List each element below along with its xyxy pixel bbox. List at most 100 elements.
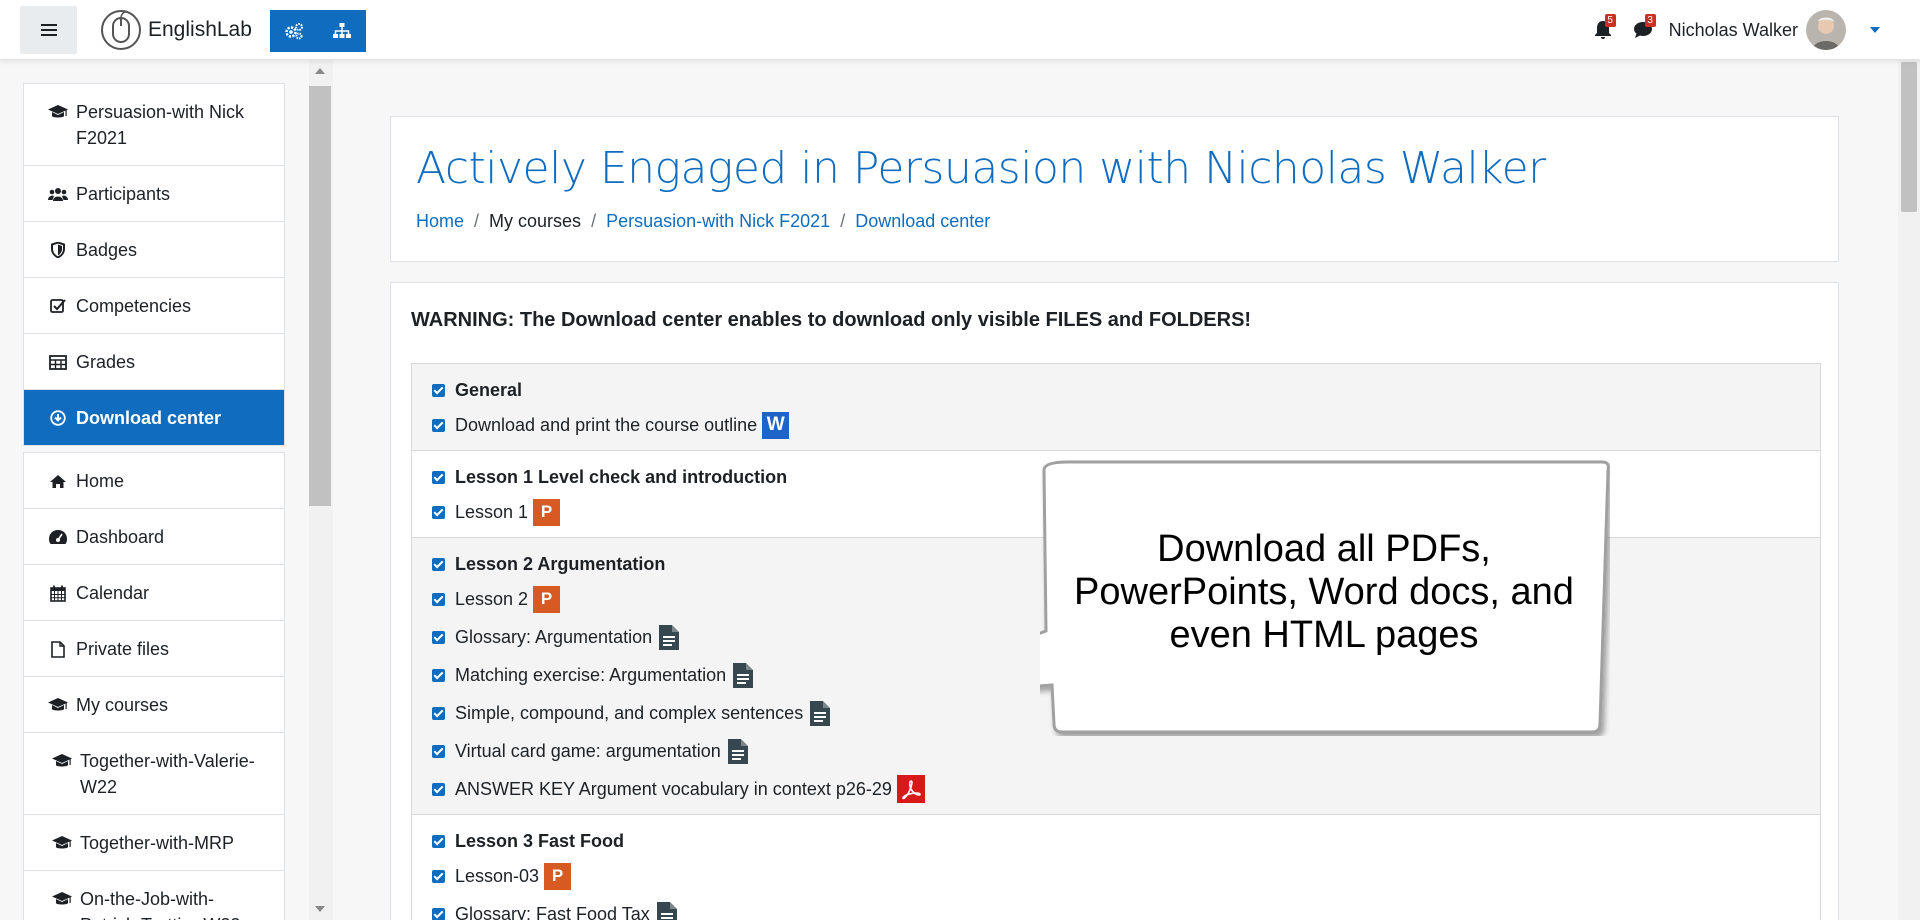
course-admin-button[interactable] — [270, 10, 318, 52]
section-title-row: General — [432, 374, 1820, 406]
drawer-item-download-center[interactable]: Download center — [24, 390, 284, 445]
callout-line: even HTML pages — [1169, 614, 1479, 656]
drawer-scrollbar[interactable] — [309, 60, 333, 920]
drawer-item-private-files[interactable]: Private files — [24, 621, 284, 677]
powerpoint-file-icon: P — [544, 862, 572, 890]
drawer-item-course-patrick[interactable]: On-the-Job-with-Patrick-Trottier-W22 — [24, 871, 284, 920]
user-avatar[interactable] — [1806, 10, 1846, 50]
users-icon — [48, 181, 68, 207]
drawer-item-grades[interactable]: Grades — [24, 334, 284, 390]
hamburger-icon — [40, 29, 57, 31]
sitemap-button[interactable] — [318, 10, 366, 52]
drawer-item-label: Persuasion-with Nick F2021 — [76, 102, 245, 148]
drawer-item-label: Private files — [76, 639, 170, 659]
messages-count-badge: 3 — [1644, 14, 1656, 27]
resource-label: ANSWER KEY Argument vocabulary in contex… — [455, 778, 892, 799]
messages-button[interactable]: 3 — [1623, 0, 1663, 60]
drawer-toggle-button[interactable] — [20, 6, 77, 54]
top-navbar: EnglishLab 5 3 Nicholas Walker — [0, 0, 1920, 60]
page-file-icon — [731, 661, 755, 689]
callout-line: Download all PDFs, — [1157, 528, 1491, 570]
breadcrumb-separator: / — [591, 211, 597, 231]
section-checkbox[interactable] — [432, 557, 445, 571]
section-title: Lesson 1 Level check and introduction — [455, 466, 788, 487]
resource-row: Lesson-03 P — [432, 857, 1820, 895]
resource-checkbox[interactable] — [432, 418, 445, 432]
drawer-item-label: My courses — [76, 695, 169, 715]
drawer-item-badges[interactable]: Badges — [24, 222, 284, 278]
drawer-item-label: Calendar — [76, 583, 150, 603]
site-brand[interactable]: EnglishLab — [100, 9, 252, 51]
drawer-item-home[interactable]: Home — [24, 453, 284, 509]
section-title: General — [455, 379, 523, 400]
page-file-icon — [657, 623, 681, 651]
drawer-item-competencies[interactable]: Competencies — [24, 278, 284, 334]
drawer-scroll-thumb[interactable] — [309, 86, 331, 506]
graduation-cap-icon — [48, 99, 68, 125]
page-scroll-thumb[interactable] — [1901, 62, 1917, 212]
powerpoint-file-icon: P — [533, 498, 561, 526]
section-checkbox[interactable] — [432, 383, 445, 397]
page-scrollbar[interactable] — [1898, 60, 1920, 920]
download-circle-icon — [48, 405, 68, 431]
drawer-item-course-valerie[interactable]: Together-with-Valerie-W22 — [24, 733, 284, 815]
resource-checkbox[interactable] — [432, 592, 445, 606]
cogs-icon — [285, 23, 303, 40]
graduation-cap-icon — [48, 692, 68, 718]
user-menu-caret-icon[interactable] — [1870, 27, 1880, 33]
resource-checkbox[interactable] — [432, 869, 445, 883]
resource-checkbox[interactable] — [432, 907, 445, 920]
resource-label: Lesson-03 — [455, 865, 540, 886]
breadcrumb-home-link[interactable]: Home — [416, 211, 464, 232]
drawer-item-label: On-the-Job-with-Patrick-Trottier-W22 — [80, 889, 240, 920]
drawer-item-label: Together-with-Valerie-W22 — [80, 751, 255, 797]
notifications-button[interactable]: 5 — [1583, 0, 1623, 60]
section-lesson-3: Lesson 3 Fast Food Lesson-03 P Glossary:… — [412, 815, 1820, 920]
dashboard-icon — [48, 524, 68, 550]
resource-label: Glossary: Fast Food Tax — [455, 903, 650, 920]
drawer-list: Persuasion-with Nick F2021 Participants … — [23, 83, 285, 920]
home-icon — [48, 468, 68, 494]
breadcrumb-my-courses: My courses — [489, 211, 582, 231]
resource-label: Glossary: Argumentation — [455, 626, 653, 647]
shield-icon — [48, 237, 68, 263]
scroll-down-arrow-icon[interactable] — [315, 906, 325, 912]
resource-checkbox[interactable] — [432, 782, 445, 796]
nav-button-group — [270, 10, 366, 52]
section-checkbox[interactable] — [432, 470, 445, 484]
drawer-item-participants[interactable]: Participants — [24, 166, 284, 222]
resource-checkbox[interactable] — [432, 744, 445, 758]
graduation-cap-icon — [52, 830, 72, 856]
drawer-item-label: Badges — [76, 240, 138, 260]
breadcrumb-download-center-link[interactable]: Download center — [855, 211, 990, 232]
section-checkbox[interactable] — [432, 834, 445, 848]
graduation-cap-icon — [52, 748, 72, 774]
drawer-item-course[interactable]: Persuasion-with Nick F2021 — [24, 84, 284, 166]
resource-checkbox[interactable] — [432, 668, 445, 682]
resource-checkbox[interactable] — [432, 630, 445, 644]
page-file-icon — [726, 737, 750, 765]
drawer-item-dashboard[interactable]: Dashboard — [24, 509, 284, 565]
resource-row: Download and print the course outline W — [432, 406, 1820, 444]
course-nav-group: Persuasion-with Nick F2021 Participants … — [23, 83, 285, 446]
section-title-row: Lesson 3 Fast Food — [432, 825, 1820, 857]
calendar-icon — [48, 580, 68, 606]
notifications-count-badge: 5 — [1604, 14, 1616, 27]
drawer-item-my-courses[interactable]: My courses — [24, 677, 284, 733]
user-name[interactable]: Nicholas Walker — [1669, 20, 1798, 41]
page-file-icon — [808, 699, 832, 727]
section-title: Lesson 3 Fast Food — [455, 830, 625, 851]
resource-label: Lesson 2 — [455, 588, 529, 609]
table-icon — [48, 349, 68, 375]
drawer-item-label: Together-with-MRP — [80, 833, 235, 853]
resource-checkbox[interactable] — [432, 706, 445, 720]
resource-label: Lesson 1 — [455, 501, 529, 522]
drawer-item-calendar[interactable]: Calendar — [24, 565, 284, 621]
breadcrumb-course-link[interactable]: Persuasion-with Nick F2021 — [606, 211, 830, 232]
resource-label: Simple, compound, and complex sentences — [455, 702, 804, 723]
scroll-up-arrow-icon[interactable] — [315, 68, 325, 74]
resource-checkbox[interactable] — [432, 505, 445, 519]
page-header: Actively Engaged in Persuasion with Nich… — [390, 116, 1839, 262]
drawer-item-label: Download center — [76, 408, 222, 428]
drawer-item-course-mrp[interactable]: Together-with-MRP — [24, 815, 284, 871]
